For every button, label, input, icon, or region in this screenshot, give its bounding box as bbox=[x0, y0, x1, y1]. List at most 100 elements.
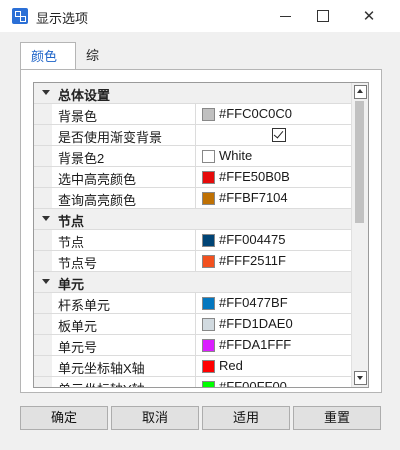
property-value[interactable]: #FFD1DAE0 bbox=[219, 316, 293, 331]
dialog-buttons: 确定 取消 适用 重置 bbox=[20, 406, 381, 430]
maximize-icon bbox=[317, 10, 329, 22]
column-divider[interactable] bbox=[195, 167, 196, 187]
property-row[interactable]: 杆系单元 #FF0477BF bbox=[34, 293, 352, 314]
property-value[interactable]: #FFDA1FFF bbox=[219, 337, 291, 352]
property-name: 单元坐标轴X轴 bbox=[58, 361, 145, 376]
property-value[interactable]: #FF004475 bbox=[219, 232, 286, 247]
property-value[interactable]: White bbox=[219, 148, 252, 163]
tab-color[interactable]: 颜色 bbox=[20, 42, 76, 70]
color-swatch bbox=[202, 360, 215, 373]
display-options-dialog: 显示选项 ✕ 颜色 综合 总体设置背景色#FFC0C0C0是否使用渐变背景背景色… bbox=[0, 0, 400, 450]
column-divider[interactable] bbox=[195, 356, 196, 376]
column-divider[interactable] bbox=[195, 314, 196, 334]
row-gutter bbox=[34, 230, 52, 250]
cancel-button[interactable]: 取消 bbox=[111, 406, 199, 430]
property-row[interactable]: 背景色 #FFC0C0C0 bbox=[34, 104, 352, 125]
property-row[interactable]: 节点号 #FFF2511F bbox=[34, 251, 352, 272]
property-rows: 总体设置背景色 #FFC0C0C0 是否使用渐变背景 背景色2 White 选中高亮颜色 #… bbox=[34, 83, 352, 387]
property-name: 节点号 bbox=[58, 256, 98, 271]
row-gutter bbox=[34, 293, 52, 313]
property-name: 背景色2 bbox=[58, 151, 105, 166]
vertical-scrollbar[interactable] bbox=[351, 83, 368, 387]
property-row[interactable]: 背景色2 White bbox=[34, 146, 352, 167]
property-name: 查询高亮颜色 bbox=[58, 193, 137, 208]
column-divider[interactable] bbox=[195, 146, 196, 166]
property-name: 选中高亮颜色 bbox=[58, 172, 137, 187]
property-value[interactable]: #FFE50B0B bbox=[219, 169, 290, 184]
section-title: 总体设置 bbox=[58, 88, 111, 103]
apply-button[interactable]: 适用 bbox=[202, 406, 290, 430]
color-swatch bbox=[202, 297, 215, 310]
property-row[interactable]: 板单元 #FFD1DAE0 bbox=[34, 314, 352, 335]
color-swatch bbox=[202, 108, 215, 121]
color-swatch bbox=[202, 234, 215, 247]
section-header[interactable]: 总体设置 bbox=[34, 83, 352, 104]
column-divider[interactable] bbox=[195, 377, 196, 387]
property-row[interactable]: 查询高亮颜色 #FFBF7104 bbox=[34, 188, 352, 209]
property-row[interactable]: 选中高亮颜色 #FFE50B0B bbox=[34, 167, 352, 188]
scroll-down-icon[interactable] bbox=[354, 371, 367, 385]
column-divider[interactable] bbox=[195, 335, 196, 355]
column-divider[interactable] bbox=[195, 188, 196, 208]
row-gutter bbox=[34, 314, 52, 334]
property-value[interactable]: #FFBF7104 bbox=[219, 190, 288, 205]
color-swatch bbox=[202, 381, 215, 387]
row-gutter bbox=[34, 125, 52, 145]
property-name: 杆系单元 bbox=[58, 298, 111, 313]
ok-button[interactable]: 确定 bbox=[20, 406, 108, 430]
color-swatch bbox=[202, 171, 215, 184]
property-value[interactable]: #FF0477BF bbox=[219, 295, 288, 310]
row-gutter bbox=[34, 146, 52, 166]
scroll-thumb[interactable] bbox=[355, 101, 364, 223]
collapse-arrow-icon[interactable] bbox=[42, 90, 50, 95]
property-value[interactable]: #FF00FF00 bbox=[219, 379, 287, 387]
window-title: 显示选项 bbox=[36, 11, 89, 26]
row-gutter bbox=[34, 188, 52, 208]
property-name: 节点 bbox=[58, 235, 85, 250]
column-divider[interactable] bbox=[195, 104, 196, 124]
close-icon: ✕ bbox=[362, 8, 376, 25]
column-divider[interactable] bbox=[195, 230, 196, 250]
column-divider[interactable] bbox=[195, 251, 196, 271]
property-name: 板单元 bbox=[58, 319, 98, 334]
color-swatch bbox=[202, 192, 215, 205]
app-icon bbox=[12, 8, 28, 24]
column-divider[interactable] bbox=[195, 125, 196, 145]
property-grid: 总体设置背景色 #FFC0C0C0 是否使用渐变背景 背景色2 White 选中高亮颜色 #… bbox=[33, 82, 369, 388]
title-bar[interactable]: 显示选项 ✕ bbox=[0, 0, 400, 32]
color-swatch bbox=[202, 339, 215, 352]
row-gutter bbox=[34, 104, 52, 124]
close-button[interactable]: ✕ bbox=[346, 0, 392, 32]
property-row[interactable]: 单元坐标轴Y轴 #FF00FF00 bbox=[34, 377, 352, 387]
property-row[interactable]: 单元坐标轴X轴 Red bbox=[34, 356, 352, 377]
property-name: 单元坐标轴Y轴 bbox=[58, 379, 188, 387]
reset-button[interactable]: 重置 bbox=[293, 406, 381, 430]
color-swatch bbox=[202, 255, 215, 268]
property-name: 是否使用渐变背景 bbox=[58, 130, 163, 145]
section-title: 单元 bbox=[58, 277, 85, 292]
property-value[interactable]: #FFF2511F bbox=[219, 253, 286, 268]
row-gutter bbox=[34, 335, 52, 355]
gradient-checkbox[interactable] bbox=[272, 128, 286, 142]
property-row[interactable]: 单元号 #FFDA1FFF bbox=[34, 335, 352, 356]
tab-general[interactable]: 综合 bbox=[76, 42, 109, 90]
row-gutter bbox=[34, 251, 52, 271]
property-name: 背景色 bbox=[58, 109, 98, 124]
collapse-arrow-icon[interactable] bbox=[42, 279, 50, 284]
row-gutter bbox=[34, 356, 52, 376]
collapse-arrow-icon[interactable] bbox=[42, 216, 50, 221]
property-value[interactable]: #FFC0C0C0 bbox=[219, 106, 292, 121]
property-row[interactable]: 节点 #FF004475 bbox=[34, 230, 352, 251]
section-header[interactable]: 单元 bbox=[34, 272, 352, 293]
property-value[interactable]: Red bbox=[219, 358, 243, 373]
color-swatch bbox=[202, 318, 215, 331]
maximize-button[interactable] bbox=[300, 0, 346, 32]
color-swatch bbox=[202, 150, 215, 163]
column-divider[interactable] bbox=[195, 293, 196, 313]
property-row[interactable]: 是否使用渐变背景 bbox=[34, 125, 352, 146]
section-header[interactable]: 节点 bbox=[34, 209, 352, 230]
property-name: 单元号 bbox=[58, 340, 98, 355]
row-gutter bbox=[34, 167, 52, 187]
scroll-up-icon[interactable] bbox=[354, 85, 367, 99]
tab-panel: 总体设置背景色 #FFC0C0C0 是否使用渐变背景 背景色2 White 选中高亮颜色 #… bbox=[20, 69, 382, 393]
